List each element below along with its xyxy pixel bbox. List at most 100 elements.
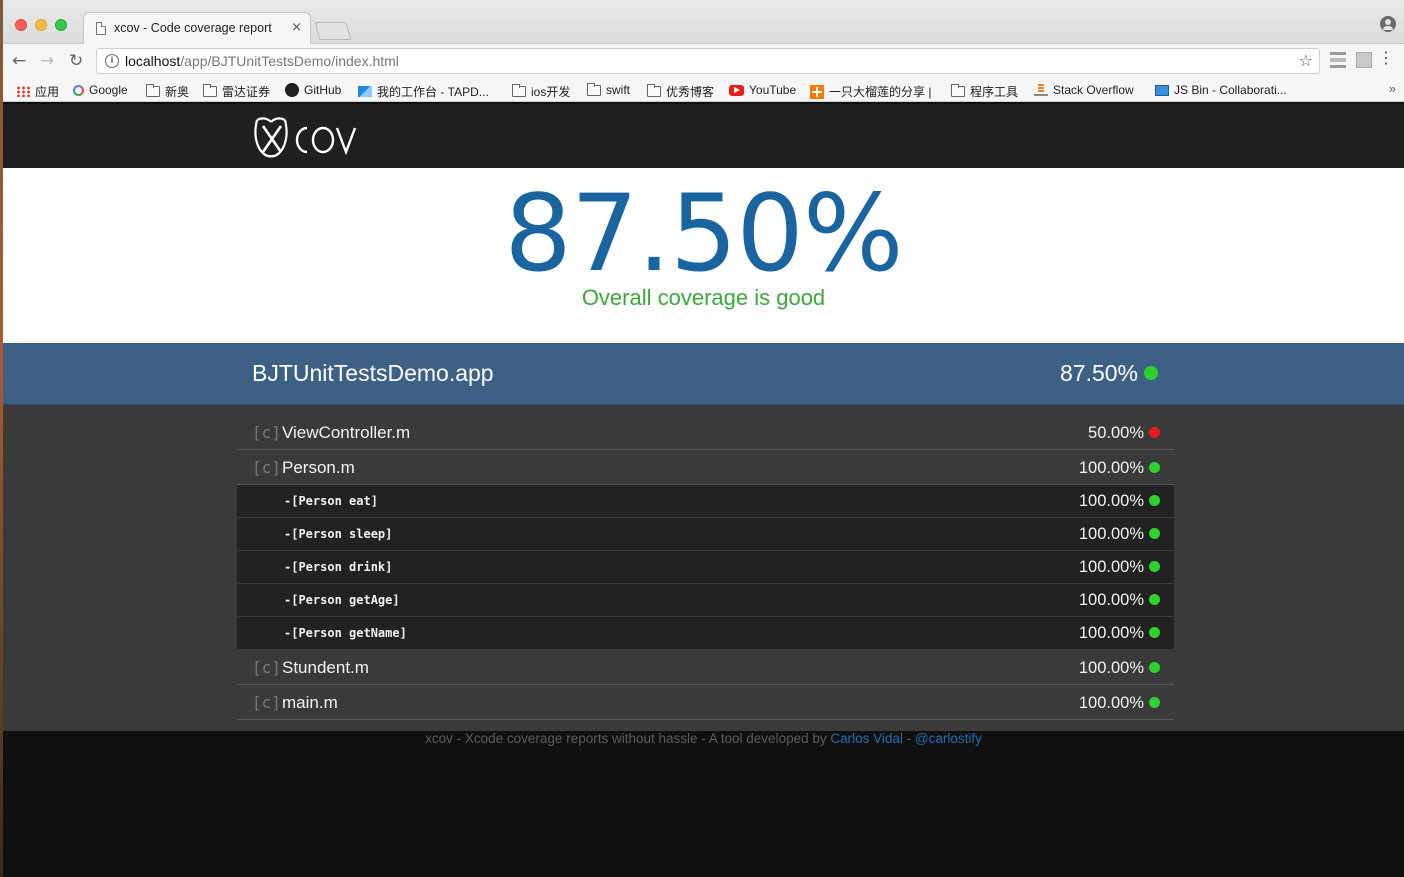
file-coverage-value: 50.00% [1088, 424, 1144, 442]
target-row[interactable]: BJTUnitTestsDemo.app 87.50% [3, 343, 1404, 405]
bookmark-ios[interactable]: ios开发 [512, 83, 570, 100]
folder-icon [951, 84, 965, 97]
bookmark-xinao[interactable]: 新奥 [146, 83, 189, 100]
status-dot-icon [1149, 494, 1160, 506]
bookmark-label: 新奥 [165, 85, 190, 99]
method-list: -[Person eat] 100.00% -[Person sleep] 10… [237, 485, 1174, 650]
url-host: localhost [125, 53, 181, 69]
tab-close-icon[interactable]: × [291, 20, 302, 35]
bookmark-durian[interactable]: 一只大榴莲的分享 | [810, 83, 931, 100]
twitter-handle-link[interactable]: @carlostify [915, 731, 982, 746]
xcov-logo [254, 117, 357, 158]
bookmark-tapd[interactable]: 我的工作台 - TAPD... [358, 83, 489, 100]
folder-icon [587, 82, 601, 96]
maximize-window-button[interactable] [55, 19, 67, 31]
method-coverage: 100.00% [1079, 525, 1160, 544]
stackoverflow-icon [1034, 84, 1048, 96]
author-link[interactable]: Carlos Vidal [830, 731, 903, 746]
url-path: /app/BJTUnitTestsDemo/index.html [180, 53, 399, 69]
minimize-window-button[interactable] [35, 19, 47, 31]
browser-toolbar: ← → ↻ i localhost/app/BJTUnitTestsDemo/i… [3, 44, 1404, 78]
file-coverage: 100.00% [1079, 459, 1160, 478]
method-row: -[Person eat] 100.00% [237, 485, 1174, 518]
bookmark-blogs[interactable]: 优秀博客 [647, 83, 714, 100]
bookmark-label: 我的工作台 - TAPD... [377, 85, 489, 99]
bookmark-swift[interactable]: swift [587, 82, 630, 97]
target-coverage: 87.50% [1060, 360, 1158, 387]
document-icon [96, 22, 106, 35]
browser-tab[interactable]: xcov - Code coverage report × [83, 12, 311, 45]
status-dot-icon [1149, 461, 1160, 473]
overall-coverage-value: 87.50% [504, 172, 903, 295]
report-header [3, 104, 1404, 168]
method-row: -[Person drink] 100.00% [237, 551, 1174, 584]
file-name: main.m [282, 693, 338, 712]
file-coverage: 100.00% [1079, 694, 1160, 713]
bookmark-stackoverflow[interactable]: Stack Overflow [1034, 83, 1134, 97]
browser-window: xcov - Code coverage report × ← → ↻ i lo… [3, 0, 1404, 877]
tapd-icon [358, 86, 372, 97]
file-name: ViewController.m [282, 423, 411, 442]
bookmark-label: YouTube [749, 83, 797, 97]
profile-icon[interactable] [1380, 16, 1396, 32]
tab-title: xcov - Code coverage report [114, 21, 272, 35]
method-row: -[Person getAge] 100.00% [237, 584, 1174, 617]
google-icon [73, 84, 84, 96]
target-name: BJTUnitTestsDemo.app [252, 360, 494, 386]
method-row: -[Person sleep] 100.00% [237, 518, 1174, 551]
file-row-stundent[interactable]: [c] Stundent.m 100.00% [237, 650, 1174, 685]
file-row-person[interactable]: [c] Person.m 100.00% [237, 450, 1174, 485]
file-name: Stundent.m [282, 658, 369, 677]
bookmark-jsbin[interactable]: JS Bin - Collaborati... [1155, 83, 1287, 97]
bookmark-google[interactable]: Google [73, 83, 128, 97]
bookmark-star-icon[interactable]: ☆ [1299, 51, 1313, 70]
file-row-viewcontroller[interactable]: [c] ViewController.m 50.00% [237, 415, 1174, 450]
reload-icon[interactable]: ↻ [69, 51, 83, 71]
class-tag: [c] [252, 658, 281, 677]
overall-coverage-status: Overall coverage is good [581, 285, 826, 310]
method-coverage-value: 100.00% [1078, 525, 1144, 543]
status-dot-icon [1149, 661, 1160, 673]
forward-arrow-icon[interactable]: → [40, 51, 54, 71]
method-name: -[Person drink] [284, 560, 393, 574]
folder-icon [512, 84, 526, 97]
menu-kebab-icon[interactable]: ⋮ [1378, 50, 1394, 66]
method-coverage: 100.00% [1079, 591, 1160, 610]
method-name: -[Person getName] [284, 626, 407, 640]
status-dot-icon [1149, 626, 1160, 638]
close-window-button[interactable] [15, 19, 27, 31]
file-coverage-value: 100.00% [1078, 659, 1144, 677]
extension-list-icon[interactable] [1330, 52, 1346, 68]
footer-separator: - [902, 731, 915, 746]
address-bar[interactable]: i localhost/app/BJTUnitTestsDemo/index.h… [96, 48, 1320, 74]
class-tag: [c] [252, 423, 281, 442]
bookmark-label: 程序工具 [970, 85, 1019, 99]
files-section: [c] ViewController.m 50.00% [c] Person.m… [3, 405, 1404, 731]
bookmark-tools[interactable]: 程序工具 [951, 83, 1018, 100]
file-coverage-value: 100.00% [1078, 694, 1144, 712]
jsbin-icon [1155, 84, 1169, 96]
class-tag: [c] [252, 693, 281, 712]
bookmark-label: swift [606, 83, 630, 97]
bookmarks-overflow-icon[interactable]: » [1389, 81, 1396, 96]
bookmark-label: 雷达证券 [222, 85, 271, 99]
report-footer: xcov - Xcode coverage reports without ha… [3, 731, 1404, 746]
file-row-main[interactable]: [c] main.m 100.00% [237, 685, 1174, 720]
back-arrow-icon[interactable]: ← [12, 51, 26, 71]
extension-app-icon[interactable] [1356, 52, 1372, 68]
bookmark-youtube[interactable]: YouTube [729, 83, 796, 97]
new-tab-button[interactable] [314, 22, 352, 40]
folder-icon [647, 84, 661, 97]
bookmark-label: Stack Overflow [1053, 83, 1134, 97]
bookmark-label: 一只大榴莲的分享 | [829, 85, 932, 99]
method-coverage: 100.00% [1079, 624, 1160, 643]
url-text[interactable]: localhost/app/BJTUnitTestsDemo/index.htm… [125, 53, 399, 69]
bookmark-leida[interactable]: 雷达证券 [203, 83, 270, 100]
method-coverage-value: 100.00% [1078, 624, 1144, 642]
info-icon[interactable]: i [105, 54, 119, 68]
bookmark-label: 优秀博客 [666, 85, 715, 99]
github-icon [285, 83, 299, 97]
bookmark-github[interactable]: GitHub [285, 83, 341, 97]
method-coverage-value: 100.00% [1078, 558, 1144, 576]
bookmark-apps[interactable]: 应用 [16, 83, 59, 100]
